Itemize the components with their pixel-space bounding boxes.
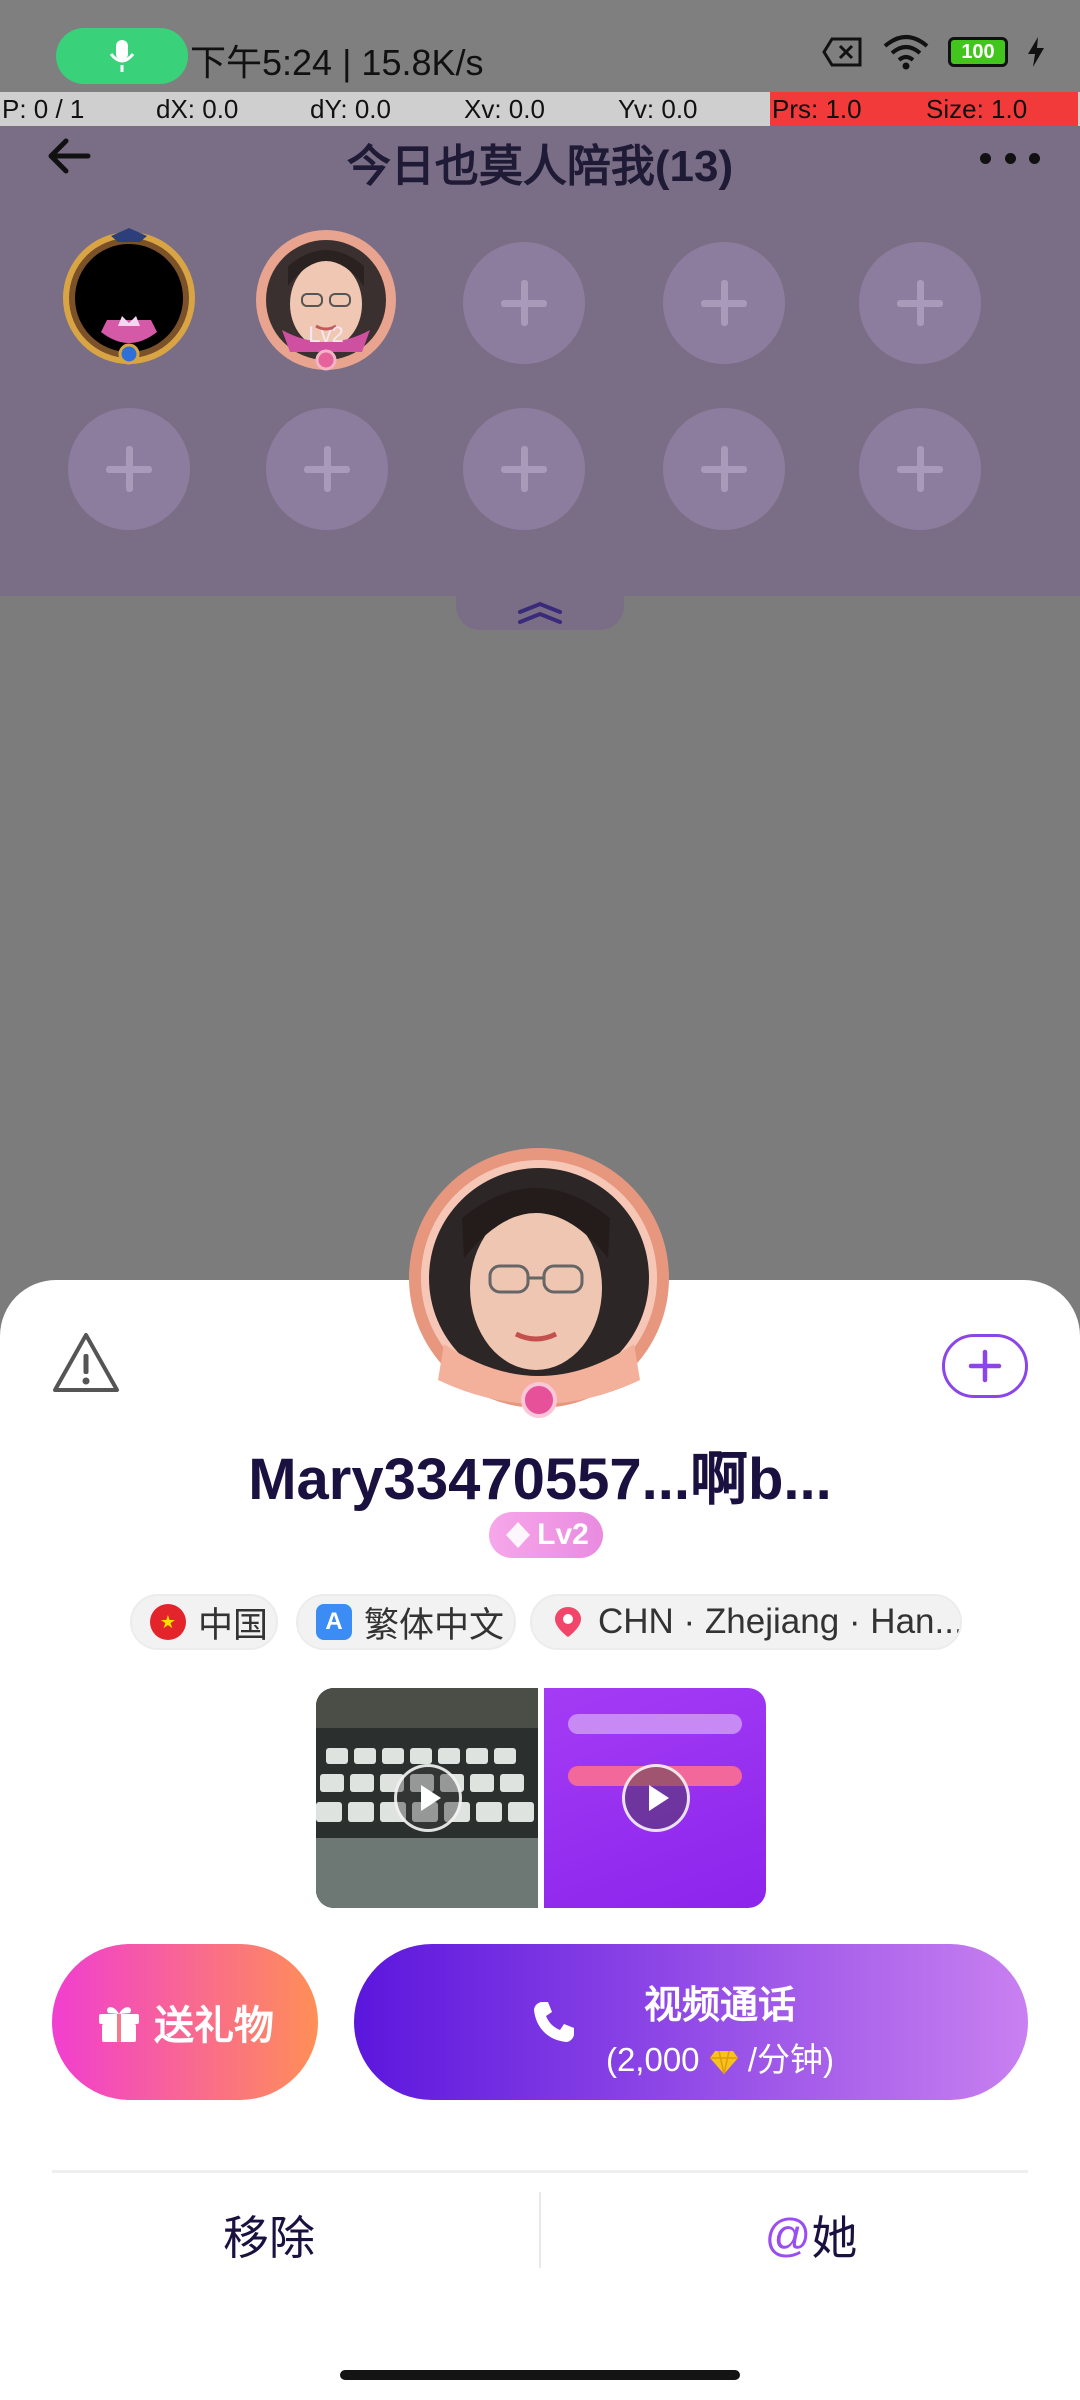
microphone-indicator[interactable] xyxy=(56,28,188,84)
empty-seat[interactable] xyxy=(859,242,981,364)
add-seat-icon xyxy=(897,280,943,326)
actions-vertical-divider xyxy=(539,2192,541,2268)
microphone-icon xyxy=(109,40,135,72)
location-chip: CHN · Zhejiang · Han... xyxy=(530,1594,962,1650)
wifi-icon xyxy=(883,35,929,70)
add-seat-icon xyxy=(304,446,350,492)
china-flag-icon: ★ xyxy=(150,1604,186,1640)
send-gift-button[interactable]: 送礼物 xyxy=(52,1944,318,2100)
debug-dx: dX: 0.0 xyxy=(156,94,239,124)
location-label: CHN · Zhejiang · Han... xyxy=(598,1602,962,1641)
remove-button[interactable]: 移除 xyxy=(52,2190,486,2280)
empty-seat[interactable] xyxy=(859,408,981,530)
gift-icon xyxy=(99,2007,139,2042)
profile-username: Mary33470557...啊b... xyxy=(248,1447,832,1512)
video-call-button[interactable]: 视频通话 (2,000 /分钟) xyxy=(354,1944,1028,2100)
debug-pressure: Prs: 1.0 xyxy=(770,92,924,126)
language-icon: A xyxy=(316,1604,352,1640)
video-call-title: 视频通话 xyxy=(643,1985,796,2027)
debug-pointer-count: P: 0 / 1 xyxy=(2,94,85,124)
language-chip: A 繁体中文 xyxy=(296,1594,516,1650)
add-seat-icon xyxy=(501,280,547,326)
chevron-up-icon xyxy=(518,601,562,624)
video-call-price: (2,000 /分钟) xyxy=(605,2041,835,2078)
charging-icon xyxy=(1028,37,1044,67)
play-icon xyxy=(622,1764,690,1832)
seat-level-badge: Lv2 xyxy=(308,322,344,347)
pointer-debug-bar: P: 0 / 1 dX: 0.0 dY: 0.0 Xv: 0.0 Yv: 0.0… xyxy=(0,92,1080,126)
country-chip: ★ 中国 xyxy=(130,1594,278,1650)
diamond-icon xyxy=(506,1522,531,1548)
location-pin-icon xyxy=(555,1607,581,1637)
mention-at-symbol: @ xyxy=(764,2209,812,2261)
host-seat-avatar-frame[interactable] xyxy=(56,222,202,372)
avatar-photo xyxy=(256,230,396,371)
empty-seat[interactable] xyxy=(266,408,388,530)
status-bar: 下午5:24 | 15.8K/s 100 xyxy=(0,0,1080,92)
video-thumbnail[interactable] xyxy=(316,1688,538,1908)
sim-off-icon xyxy=(822,37,862,67)
mention-target-label: 她 xyxy=(811,2212,858,2264)
add-seat-icon xyxy=(897,446,943,492)
empty-seat[interactable] xyxy=(663,242,785,364)
status-icons: 100 xyxy=(822,34,1046,70)
add-seat-icon xyxy=(106,446,152,492)
mention-button[interactable]: @ 她 xyxy=(594,2190,1028,2280)
empty-seat[interactable] xyxy=(663,408,785,530)
room-title: 今日也莫人陪我(13) xyxy=(346,142,734,191)
empty-seat[interactable] xyxy=(463,408,585,530)
user-seat-avatar[interactable]: Lv2 xyxy=(252,226,400,374)
status-time-speed: 下午5:24 | 15.8K/s xyxy=(190,42,484,83)
more-options-icon[interactable] xyxy=(980,130,1040,186)
actions-divider xyxy=(52,2170,1028,2173)
profile-avatar[interactable] xyxy=(404,1148,674,1418)
add-seat-icon xyxy=(701,446,747,492)
home-indicator[interactable] xyxy=(340,2370,740,2380)
report-warning-icon[interactable] xyxy=(50,1330,122,1396)
video-thumbnail[interactable] xyxy=(544,1688,766,1908)
empty-seat[interactable] xyxy=(463,242,585,364)
debug-dy: dY: 0.0 xyxy=(310,94,391,124)
video-call-text: 视频通话 (2,000 /分钟) xyxy=(590,1974,850,2081)
diamond-currency-icon xyxy=(709,2050,738,2075)
collapse-panel-handle[interactable] xyxy=(456,596,624,630)
profile-level-badge: Lv2 xyxy=(489,1512,603,1558)
phone-icon xyxy=(534,2002,574,2042)
debug-yv: Yv: 0.0 xyxy=(618,94,698,124)
play-icon xyxy=(394,1764,462,1832)
debug-xv: Xv: 0.0 xyxy=(464,94,545,124)
empty-seat[interactable] xyxy=(68,408,190,530)
add-seat-icon xyxy=(701,280,747,326)
battery-icon: 100 xyxy=(948,37,1008,67)
country-label: 中国 xyxy=(198,1605,269,1645)
add-seat-icon xyxy=(501,446,547,492)
language-label: 繁体中文 xyxy=(364,1605,505,1645)
send-gift-label: 送礼物 xyxy=(154,2004,274,2048)
plus-icon xyxy=(968,1349,1002,1383)
follow-button[interactable] xyxy=(942,1334,1028,1398)
profile-level-text: Lv2 xyxy=(537,1518,589,1551)
debug-size: Size: 1.0 xyxy=(924,92,1078,126)
